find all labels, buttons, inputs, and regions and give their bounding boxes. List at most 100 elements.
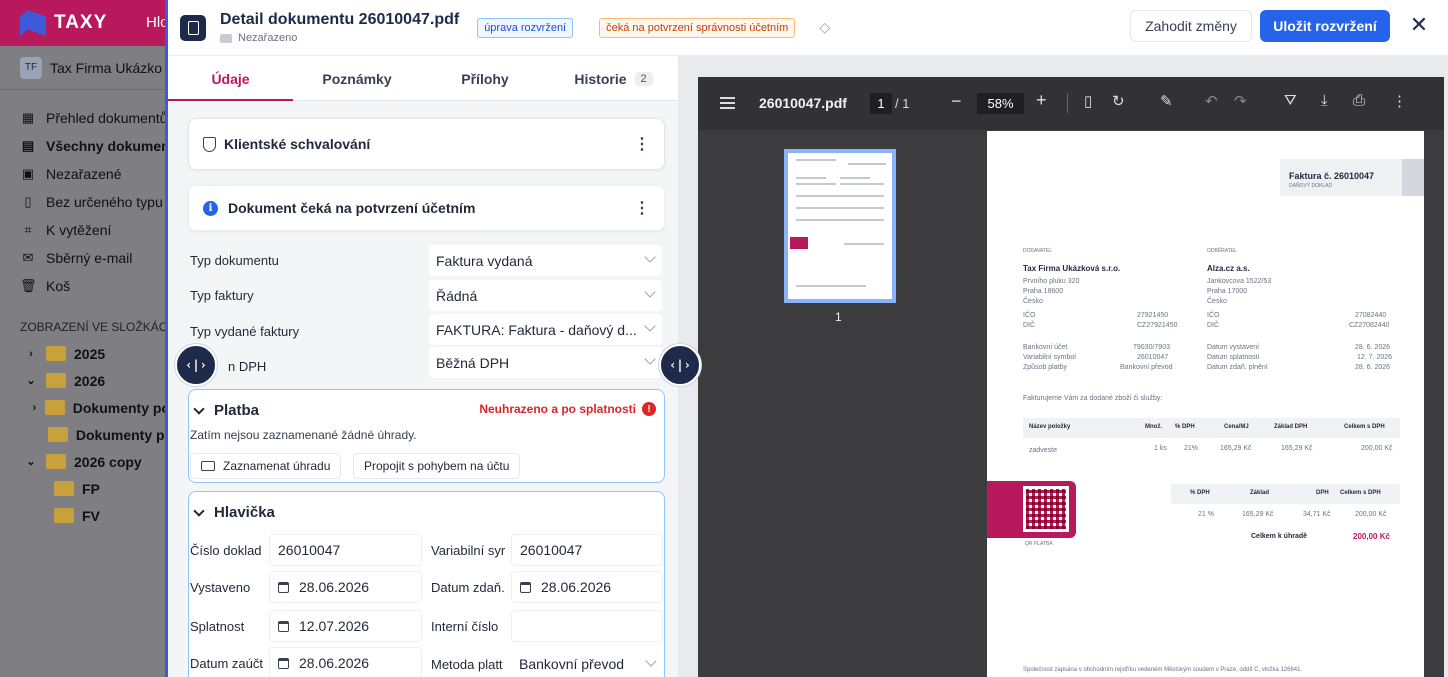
fit-page-icon[interactable]: ▯ — [1084, 92, 1092, 110]
vat-mode-select[interactable]: Běžná DPH — [429, 347, 662, 378]
more-options-icon[interactable]: ⋮ — [1392, 92, 1407, 110]
folder-documents-pr[interactable]: Dokumenty př — [0, 421, 170, 448]
invoice-type-select[interactable]: Řádná — [429, 280, 662, 311]
select-value: Bankovní převod — [519, 656, 625, 672]
page-number-input[interactable]: 1 — [870, 93, 892, 114]
sidebar-item-overview[interactable]: ▦ Přehled dokumentů — [0, 104, 170, 132]
sum-col-total: Celkem s DPH — [1340, 490, 1381, 496]
chevron-right-icon[interactable]: › — [24, 348, 38, 360]
pdf-filename: 26010047.pdf — [759, 95, 847, 111]
sidebar-item-trash[interactable]: 🗑 Koš — [0, 272, 170, 300]
chevron-down-icon[interactable]: ⌄ — [24, 455, 38, 468]
zoom-in-icon[interactable]: + — [1036, 90, 1047, 111]
internal-number-label: Interní číslo — [431, 619, 499, 634]
download-icon[interactable]: ⤓ — [1321, 92, 1328, 109]
tax-date-input[interactable]: 28.06.2026 — [511, 571, 663, 603]
doc-number-input[interactable]: 26010047 — [269, 534, 422, 566]
zoom-level-input[interactable]: 58% — [977, 93, 1024, 114]
sum-vat: 21 % — [1198, 511, 1214, 518]
folder-2025[interactable]: › 2025 — [0, 340, 170, 367]
rotate-icon[interactable]: ↻ — [1112, 92, 1125, 110]
company-name: Tax Firma Ukázko — [50, 59, 163, 76]
menu-icon[interactable] — [720, 97, 735, 109]
discard-changes-button[interactable]: Zahodit změny — [1130, 10, 1252, 42]
resize-right-handle[interactable]: ‹|› — [659, 344, 701, 386]
link-bank-movement-button[interactable]: Propojit s pohybem na účtu — [353, 453, 521, 479]
accounting-date-input[interactable]: 28.06.2026 — [269, 647, 422, 677]
sidebar-item-label: Všechny dokumen — [46, 138, 170, 154]
supplier-country: Česko — [1023, 298, 1043, 305]
folder-icon — [46, 373, 66, 388]
page-thumbnail[interactable] — [784, 149, 896, 303]
close-icon[interactable]: ✕ — [1407, 12, 1431, 37]
chevron-down-icon — [645, 655, 657, 667]
variable-symbol-input[interactable]: 26010047 — [511, 534, 663, 566]
chevron-right-icon[interactable]: › — [32, 402, 37, 414]
mail-icon: ✉ — [22, 250, 34, 265]
col-base: Základ DPH — [1274, 424, 1308, 430]
save-to-drive-icon[interactable]: ⛛ — [1284, 92, 1297, 109]
print-icon[interactable]: ⎙ — [1353, 92, 1365, 109]
folder-fv[interactable]: FV — [0, 502, 170, 529]
col-total: Celkem s DPH — [1344, 424, 1385, 430]
zoom-out-icon[interactable]: − — [951, 91, 962, 112]
due-date-input[interactable]: 12.07.2026 — [269, 610, 422, 642]
document-type-select[interactable]: Faktura vydaná — [429, 245, 662, 276]
app-sidebar: TF Tax Firma Ukázko ▦ Přehled dokumentů ▤… — [0, 46, 176, 677]
annotate-icon[interactable]: ✎ — [1160, 92, 1173, 110]
issued-date-input[interactable]: 28.06.2026 — [269, 571, 422, 603]
folder-icon — [46, 454, 66, 469]
issued-pdf-label: Datum vystavení — [1207, 344, 1260, 351]
sum-col-base: Základ — [1250, 490, 1270, 496]
issued-invoice-type-select[interactable]: FAKTURA: Faktura - daňový d... — [429, 314, 662, 345]
more-options-icon[interactable]: ⋮ — [634, 198, 650, 218]
folder-fp[interactable]: FP — [0, 475, 170, 502]
issued-pdf-value: 28. 6. 2026 — [1355, 344, 1391, 351]
save-layout-button[interactable]: Uložit rozvržení — [1260, 10, 1390, 42]
sum-col-dph: DPH — [1316, 490, 1329, 496]
invoice-heading: Faktura č. 26010047 — [1289, 171, 1375, 181]
thumb-line — [796, 177, 826, 179]
resize-left-handle[interactable]: ‹|› — [175, 344, 217, 386]
more-options-icon[interactable]: ⋮ — [634, 134, 650, 154]
folder-label: FP — [82, 480, 100, 497]
input-value: 12.07.2026 — [299, 618, 370, 634]
redo-icon[interactable]: ↷ — [1234, 92, 1247, 110]
tab-label: Údaje — [211, 70, 250, 87]
tab-details[interactable]: Údaje — [168, 56, 293, 102]
folder-breadcrumb: Nezařazeno — [220, 32, 459, 44]
sum-base: 165,29 Kč — [1242, 511, 1274, 518]
issued-invoice-type-label: Typ vydané faktury — [190, 323, 300, 339]
sidebar-item-all-documents[interactable]: ▤ Všechny dokumen — [0, 132, 170, 160]
tag-icon[interactable]: ◇ — [819, 19, 830, 36]
sum-col-vat: % DPH — [1190, 490, 1210, 496]
sidebar-item-unsorted[interactable]: ▣ Nezařazené — [0, 160, 170, 188]
internal-number-input[interactable] — [511, 610, 663, 642]
variable-symbol-label: Variabilní syr — [431, 543, 506, 558]
payment-method-select[interactable]: Bankovní převod — [511, 648, 663, 677]
thumb-line — [796, 285, 866, 287]
sidebar-item-no-type[interactable]: ▯ Bez určeného typu — [0, 188, 170, 216]
folder-documents-po[interactable]: › Dokumenty po — [0, 394, 170, 421]
folder-label: 2025 — [74, 345, 106, 362]
thumb-line — [848, 163, 886, 165]
sidebar-item-extraction[interactable]: ⌗ K vytěžení — [0, 216, 170, 244]
tab-notes[interactable]: Poznámky — [293, 56, 421, 101]
folder-2026[interactable]: ⌄ 2026 — [0, 367, 170, 394]
thumb-line — [840, 183, 884, 185]
folder-2026-copy[interactable]: ⌄ 2026 copy — [0, 448, 170, 475]
tab-label: Přílohy — [461, 70, 509, 87]
folder-label: Dokumenty př — [75, 426, 170, 443]
undo-icon[interactable]: ↶ — [1205, 92, 1218, 110]
qr-code-icon — [1023, 486, 1069, 532]
chevron-down-icon[interactable]: ⌄ — [24, 374, 38, 387]
button-label: Propojit s pohybem na účtu — [364, 459, 510, 473]
tab-history[interactable]: Historie 2 — [549, 56, 678, 101]
company-switcher[interactable]: TF Tax Firma Ukázko — [0, 46, 170, 90]
sidebar-item-email[interactable]: ✉ Sběrný e-mail — [0, 244, 170, 272]
folder-icon — [220, 33, 232, 43]
record-payment-button[interactable]: Zaznamenat úhradu — [190, 453, 342, 479]
tab-attachments[interactable]: Přílohy — [421, 56, 549, 101]
header-section-toggle[interactable]: Hlavička — [189, 492, 664, 521]
payment-status-text: Neuhrazeno a po splatnosti — [479, 402, 636, 416]
